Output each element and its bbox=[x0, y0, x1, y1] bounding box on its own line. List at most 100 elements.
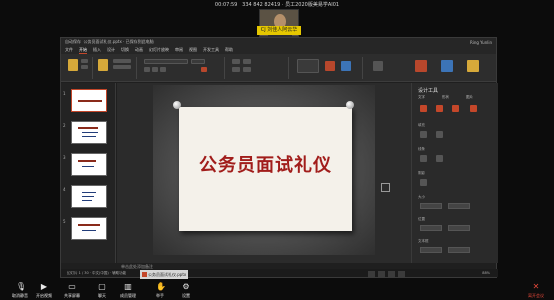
design-panel: 设计工具 文字 形状 图片 填充 线条 阴影 大小 位置 文本框 bbox=[411, 83, 498, 263]
tab-transitions[interactable]: 切换 bbox=[121, 47, 129, 53]
panel-tab-text[interactable]: 文字 bbox=[418, 95, 425, 100]
panel-tab-shape[interactable]: 形状 bbox=[442, 95, 449, 100]
leave-label: 离开会议 bbox=[528, 293, 544, 298]
ribbon bbox=[61, 54, 496, 82]
textbox-field[interactable] bbox=[420, 247, 442, 253]
ppt-titlebar: 自动保存 公务员面试礼仪.pptx · 已保存到此电脑 Ring Yunlin bbox=[61, 38, 496, 46]
settings-button[interactable]: ⚙ 设置 bbox=[166, 281, 206, 299]
tab-slideshow[interactable]: 幻灯片放映 bbox=[149, 47, 169, 53]
row-fill-label: 填充 bbox=[418, 123, 425, 127]
tab-home[interactable]: 开始 bbox=[79, 47, 87, 54]
video-label: 开启视频 bbox=[36, 293, 52, 298]
tab-file[interactable]: 文件 bbox=[65, 47, 73, 53]
shapes-gallery[interactable] bbox=[297, 59, 319, 73]
thumbnail-slide-3[interactable] bbox=[71, 153, 107, 176]
shape-icon[interactable] bbox=[436, 131, 443, 138]
height-field[interactable] bbox=[448, 203, 470, 209]
task-powerpoint[interactable]: 公务员面试礼仪.pptx bbox=[140, 270, 188, 279]
y-field[interactable] bbox=[448, 225, 470, 231]
width-field[interactable] bbox=[420, 203, 442, 209]
paragraph-group bbox=[229, 57, 289, 79]
row-textbox-label: 文本框 bbox=[418, 239, 429, 243]
cut-icon[interactable] bbox=[81, 59, 88, 63]
zoom-level[interactable]: 88% bbox=[482, 269, 490, 277]
wand-icon[interactable] bbox=[470, 105, 477, 112]
paper-card: 公务员面试礼仪 bbox=[179, 107, 352, 231]
tab-review[interactable]: 审阅 bbox=[175, 47, 183, 53]
row-size-label: 大小 bbox=[418, 195, 425, 199]
layout-icon[interactable] bbox=[113, 59, 131, 63]
tab-animations[interactable]: 动画 bbox=[135, 47, 143, 53]
autosave-label[interactable]: 自动保存 bbox=[65, 39, 81, 45]
font-color-icon[interactable] bbox=[201, 67, 207, 72]
designer-icon[interactable] bbox=[441, 60, 453, 72]
camera-icon: ▶ bbox=[40, 282, 48, 291]
tab-design[interactable]: 设计 bbox=[107, 47, 115, 53]
members-label: 成员管理 bbox=[120, 293, 136, 298]
quick-styles-icon[interactable] bbox=[341, 61, 351, 71]
pushpin-icon bbox=[346, 101, 354, 109]
hand-label: 举手 bbox=[156, 293, 164, 298]
tab-view[interactable]: 视图 bbox=[189, 47, 197, 53]
expand-panel-icon[interactable] bbox=[381, 183, 390, 192]
copy-icon[interactable] bbox=[81, 65, 88, 69]
pushpin-icon bbox=[173, 101, 181, 109]
members-icon: ▥ bbox=[124, 282, 132, 291]
settings-label: 设置 bbox=[182, 293, 190, 298]
font-name-select[interactable] bbox=[144, 59, 188, 64]
paste-icon[interactable] bbox=[68, 59, 78, 71]
align-left-icon[interactable] bbox=[232, 67, 240, 72]
addins-icon[interactable] bbox=[467, 60, 479, 72]
dictate-icon[interactable] bbox=[415, 60, 427, 72]
effects-icon[interactable] bbox=[452, 105, 459, 112]
hand-icon: ✋ bbox=[156, 282, 166, 291]
font-size-select[interactable] bbox=[191, 59, 205, 64]
font-group bbox=[141, 57, 225, 79]
align-center-icon[interactable] bbox=[243, 67, 251, 72]
shadow-icon[interactable] bbox=[420, 179, 427, 186]
user-name[interactable]: Ring Yunlin bbox=[470, 40, 492, 45]
panel-title: 设计工具 bbox=[418, 88, 439, 94]
thumbnail-slide-5[interactable] bbox=[71, 217, 107, 240]
fill-icon[interactable] bbox=[420, 105, 427, 112]
italic-icon[interactable] bbox=[152, 67, 158, 72]
bold-icon[interactable] bbox=[144, 67, 150, 72]
outline-icon[interactable] bbox=[436, 105, 443, 112]
leave-meeting-button[interactable]: ✕ 离开会议 bbox=[521, 281, 551, 299]
reset-icon[interactable] bbox=[113, 65, 131, 69]
tray-icon[interactable] bbox=[368, 271, 375, 278]
slide-title[interactable]: 公务员面试礼仪 bbox=[179, 151, 352, 177]
find-icon[interactable] bbox=[373, 61, 383, 71]
underline-icon[interactable] bbox=[160, 67, 166, 72]
x-field[interactable] bbox=[420, 225, 442, 231]
powerpoint-icon bbox=[142, 272, 147, 277]
tray-icon[interactable] bbox=[398, 271, 405, 278]
new-slide-icon[interactable] bbox=[98, 59, 108, 71]
numbering-icon[interactable] bbox=[243, 59, 251, 64]
textbox-field[interactable] bbox=[448, 247, 470, 253]
gear-icon: ⚙ bbox=[182, 282, 190, 291]
thumbnail-slide-1[interactable] bbox=[71, 89, 107, 112]
line-style-icon[interactable] bbox=[436, 155, 443, 162]
thumbnail-slide-4[interactable] bbox=[71, 185, 107, 208]
tab-insert[interactable]: 插入 bbox=[93, 47, 101, 53]
thumb-number: 3 bbox=[63, 155, 66, 160]
participant-label: CJ 刘佳人阿云华 bbox=[257, 26, 301, 35]
meeting-info: 334 842 82419 · 员工2020版美易学AI01 bbox=[242, 2, 340, 8]
tab-help[interactable]: 帮助 bbox=[225, 47, 233, 53]
extra-group bbox=[401, 57, 496, 79]
tray-icon[interactable] bbox=[378, 271, 385, 278]
tab-developer[interactable]: 开发工具 bbox=[203, 47, 219, 53]
slide-thumbnails: 1 2 3 4 5 bbox=[61, 83, 116, 263]
current-slide[interactable]: 公务员面试礼仪 bbox=[153, 85, 375, 255]
tray-icon[interactable] bbox=[388, 271, 395, 278]
panel-tab-image[interactable]: 图片 bbox=[466, 95, 473, 100]
file-title: 公务员面试礼仪.pptx · 已保存到此电脑 bbox=[83, 39, 154, 44]
line-style-icon[interactable] bbox=[420, 155, 427, 162]
arrange-icon[interactable] bbox=[325, 61, 335, 71]
shape-icon[interactable] bbox=[420, 131, 427, 138]
bullets-icon[interactable] bbox=[232, 59, 240, 64]
ribbon-tabs: 文件 开始 插入 设计 切换 动画 幻灯片放映 审阅 视图 开发工具 帮助 bbox=[61, 46, 496, 54]
thumbnail-slide-2[interactable] bbox=[71, 121, 107, 144]
slides-group bbox=[95, 57, 137, 79]
